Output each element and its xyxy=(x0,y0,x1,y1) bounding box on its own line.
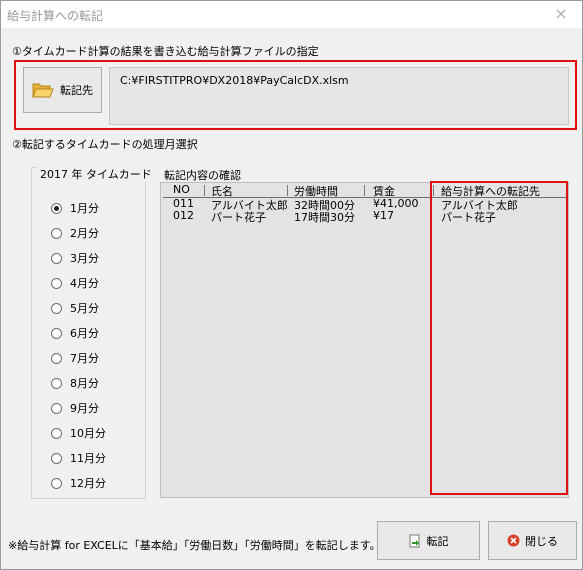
section2-label: ②転記するタイムカードの処理月選択 xyxy=(12,138,198,151)
month-radio-7[interactable]: 7月分 xyxy=(51,350,99,366)
month-label: 9月分 xyxy=(70,402,99,415)
month-label: 11月分 xyxy=(70,452,106,465)
radio-button[interactable] xyxy=(51,427,62,439)
cell-name: パート花子 xyxy=(211,211,266,224)
col-header-wage[interactable]: 賃金 xyxy=(373,183,395,198)
radio-button[interactable] xyxy=(51,452,62,464)
cell-no: 012 xyxy=(173,209,194,222)
col-header-no[interactable]: NO xyxy=(173,183,190,197)
month-radio-1[interactable]: 1月分 xyxy=(51,200,99,216)
col-separator xyxy=(204,185,205,196)
month-radio-10[interactable]: 10月分 xyxy=(51,425,106,441)
radio-button[interactable] xyxy=(51,477,62,489)
destination-button[interactable]: 転記先 xyxy=(23,67,102,113)
file-path-text: C:¥FIRSTITPRO¥DX2018¥PayCalcDX.xlsm xyxy=(120,74,349,87)
destination-button-label: 転記先 xyxy=(60,84,93,97)
folder-icon xyxy=(32,83,54,98)
radio-button[interactable] xyxy=(51,277,62,289)
month-label: 7月分 xyxy=(70,352,99,365)
col-header-name[interactable]: 氏名 xyxy=(211,183,233,198)
radio-button[interactable] xyxy=(51,377,62,389)
close-window-icon[interactable]: × xyxy=(550,4,572,26)
month-label: 6月分 xyxy=(70,327,99,340)
radio-button[interactable] xyxy=(51,302,62,314)
table-caption: 転記内容の確認 xyxy=(164,169,241,182)
month-label: 2月分 xyxy=(70,227,99,240)
month-group-title: 2017 年 タイムカード xyxy=(37,166,155,182)
month-radio-5[interactable]: 5月分 xyxy=(51,300,99,316)
radio-button[interactable] xyxy=(51,202,62,214)
window-title: 給与計算への転記 xyxy=(7,9,104,23)
dialog-window: 給与計算への転記 × ①タイムカード計算の結果を書き込む給与計算ファイルの指定 … xyxy=(0,0,583,570)
month-radio-3[interactable]: 3月分 xyxy=(51,250,99,266)
radio-button[interactable] xyxy=(51,402,62,414)
month-radio-4[interactable]: 4月分 xyxy=(51,275,99,291)
month-radio-9[interactable]: 9月分 xyxy=(51,400,99,416)
radio-button[interactable] xyxy=(51,227,62,239)
title-bar: 給与計算への転記 × xyxy=(1,1,582,28)
month-label: 1月分 xyxy=(70,202,99,215)
month-label: 3月分 xyxy=(70,252,99,265)
radio-button[interactable] xyxy=(51,327,62,339)
month-label: 10月分 xyxy=(70,427,106,440)
radio-button[interactable] xyxy=(51,352,62,364)
transfer-button-label: 転記 xyxy=(426,534,449,548)
close-button-label: 閉じる xyxy=(525,534,558,548)
cell-hours: 17時間30分 xyxy=(294,211,355,224)
month-label: 8月分 xyxy=(70,377,99,390)
month-radio-2[interactable]: 2月分 xyxy=(51,225,99,241)
month-label: 12月分 xyxy=(70,477,106,490)
month-radio-11[interactable]: 11月分 xyxy=(51,450,106,466)
section1-label: ①タイムカード計算の結果を書き込む給与計算ファイルの指定 xyxy=(12,45,319,58)
month-label: 5月分 xyxy=(70,302,99,315)
close-circle-icon xyxy=(507,534,520,547)
month-radio-8[interactable]: 8月分 xyxy=(51,375,99,391)
col-separator xyxy=(364,185,365,196)
col-separator xyxy=(287,185,288,196)
col-header-hours[interactable]: 労働時間 xyxy=(294,183,338,198)
close-button[interactable]: 閉じる xyxy=(488,521,577,560)
radio-button[interactable] xyxy=(51,252,62,264)
cell-wage: ¥17 xyxy=(373,209,394,222)
transfer-button[interactable]: 転記 xyxy=(377,521,480,560)
destination-column-highlight xyxy=(430,181,568,495)
file-path-field[interactable]: C:¥FIRSTITPRO¥DX2018¥PayCalcDX.xlsm xyxy=(109,67,569,125)
month-label: 4月分 xyxy=(70,277,99,290)
month-radio-6[interactable]: 6月分 xyxy=(51,325,99,341)
footer-note: ※給与計算 for EXCELに「基本給」「労働日数」「労働時間」を転記します。 xyxy=(8,539,381,552)
document-arrow-icon xyxy=(409,534,419,547)
month-radio-12[interactable]: 12月分 xyxy=(51,475,106,491)
